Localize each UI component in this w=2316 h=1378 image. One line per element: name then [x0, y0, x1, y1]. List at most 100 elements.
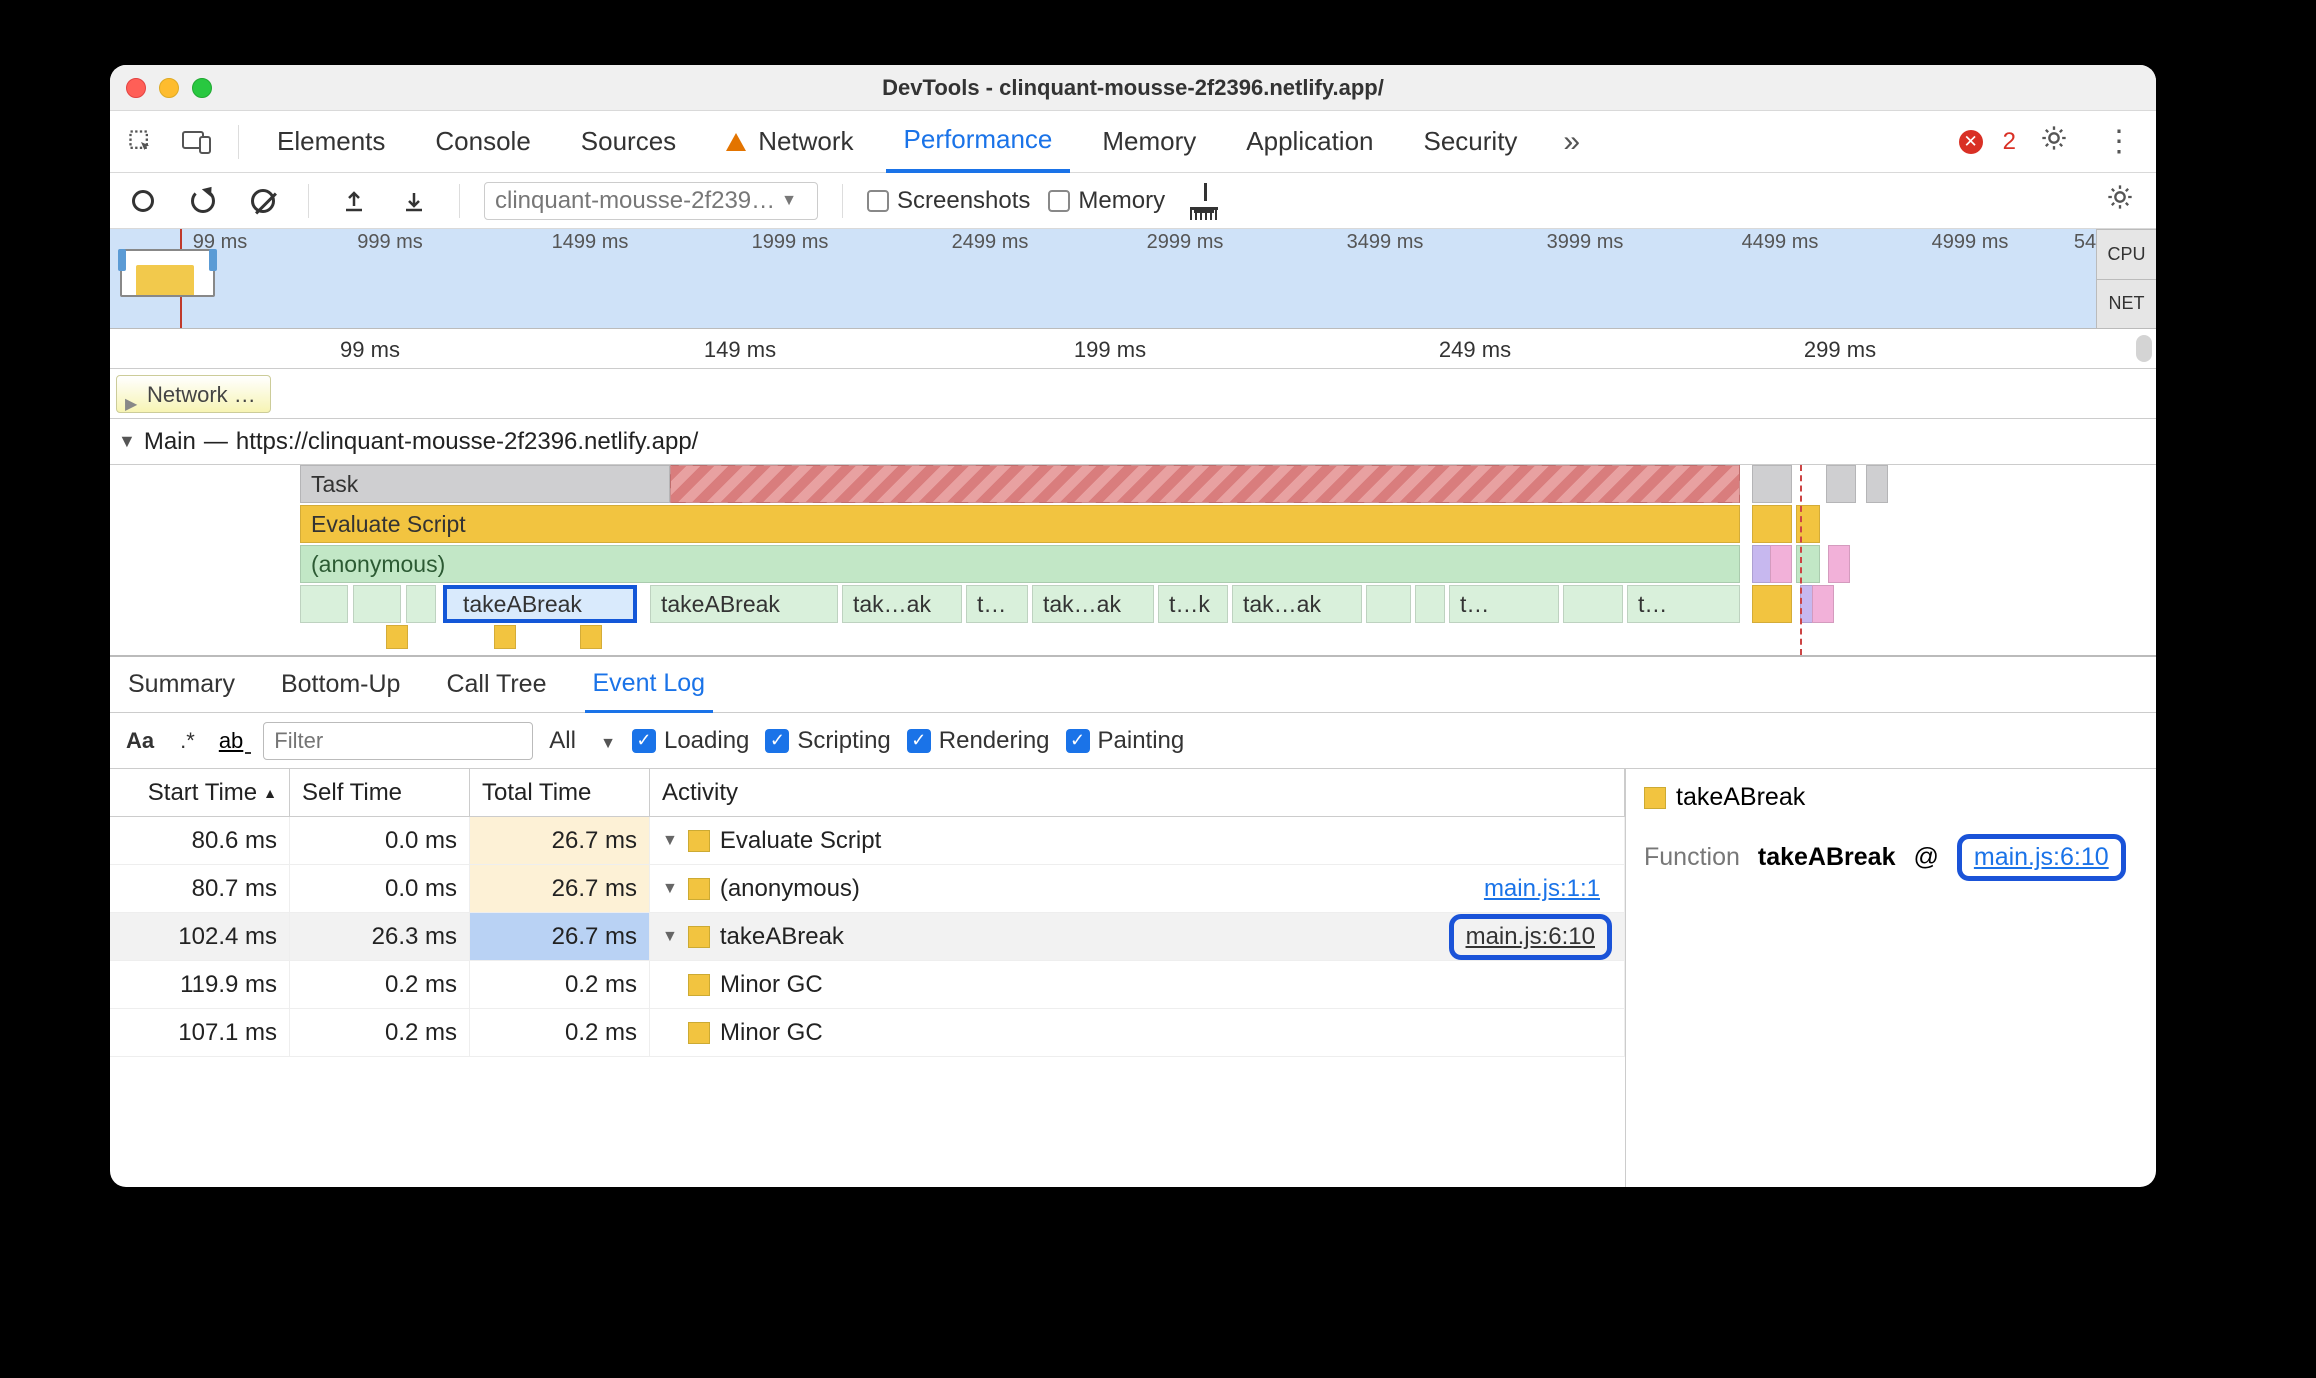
flame-block[interactable]	[1563, 585, 1623, 623]
net-label: NET	[2096, 279, 2156, 329]
flame-block[interactable]	[1770, 545, 1792, 583]
devtools-window: DevTools - clinquant-mousse-2f2396.netli…	[110, 65, 2156, 1187]
flame-block-long-task[interactable]	[670, 465, 1740, 503]
tab-elements[interactable]: Elements	[259, 111, 403, 173]
disclosure-triangle-icon[interactable]: ▼	[662, 928, 678, 946]
tab-call-tree[interactable]: Call Tree	[438, 657, 554, 713]
selection-handle-left[interactable]	[118, 249, 126, 271]
selection-handle-right[interactable]	[209, 249, 217, 271]
flame-time-axis[interactable]: 99 ms 149 ms 199 ms 249 ms 299 ms	[110, 329, 2156, 369]
disclosure-triangle-icon[interactable]: ▼	[662, 832, 678, 850]
flame-block[interactable]	[1415, 585, 1445, 623]
overview-selection[interactable]	[120, 249, 215, 297]
flame-block-call[interactable]: tak…ak	[1032, 585, 1154, 623]
flame-block-call[interactable]: t…	[1627, 585, 1740, 623]
cat-painting[interactable]: ✓Painting	[1066, 727, 1185, 755]
table-row-selected[interactable]: 102.4 ms 26.3 ms 26.7 ms ▼ takeABreak ma…	[110, 913, 1625, 961]
cat-scripting[interactable]: ✓Scripting	[765, 727, 890, 755]
disclosure-triangle-icon[interactable]: ▼	[662, 880, 678, 898]
flame-block[interactable]	[1752, 585, 1792, 623]
flame-block-selected[interactable]: takeABreak	[443, 585, 637, 623]
overview-side-labels: CPU NET	[2096, 229, 2156, 328]
tab-sources[interactable]: Sources	[563, 111, 694, 173]
flame-block-task[interactable]: Task	[300, 465, 670, 503]
tab-console[interactable]: Console	[417, 111, 548, 173]
timeline-overview[interactable]: 99 ms 999 ms 1499 ms 1999 ms 2499 ms 299…	[110, 229, 2156, 329]
reload-record-button[interactable]	[182, 180, 224, 222]
flame-block[interactable]	[1366, 585, 1411, 623]
source-link[interactable]: main.js:1:1	[1484, 875, 1612, 903]
checkbox-icon	[867, 190, 889, 212]
tab-security[interactable]: Security	[1406, 111, 1536, 173]
flame-block[interactable]	[1828, 545, 1850, 583]
cat-loading[interactable]: ✓Loading	[632, 727, 749, 755]
flame-block[interactable]	[1752, 505, 1792, 543]
kebab-menu-icon[interactable]: ⋮	[2092, 124, 2146, 159]
tab-network[interactable]: Network	[708, 111, 871, 173]
details-title: takeABreak	[1644, 783, 2138, 812]
flame-block-call[interactable]: tak…ak	[842, 585, 962, 623]
flame-block[interactable]	[1812, 585, 1834, 623]
inspect-icon[interactable]	[120, 121, 162, 163]
flame-block-call[interactable]: tak…ak	[1232, 585, 1362, 623]
settings-gear-icon[interactable]	[2030, 124, 2078, 160]
error-badge-icon[interactable]: ✕	[1959, 130, 1983, 154]
col-activity[interactable]: Activity	[650, 769, 1625, 816]
gc-broom-icon[interactable]	[1183, 180, 1225, 222]
cat-rendering[interactable]: ✓Rendering	[907, 727, 1050, 755]
main-thread-header[interactable]: ▼ Main — https://clinquant-mousse-2f2396…	[110, 419, 2156, 465]
duration-select[interactable]: All	[549, 727, 616, 755]
source-link-highlighted[interactable]: main.js:6:10	[1449, 914, 1612, 960]
case-sensitive-toggle[interactable]: Aa	[120, 726, 160, 756]
profile-select[interactable]: clinquant-mousse-2f239… ▼	[484, 182, 818, 220]
col-total-time[interactable]: Total Time	[470, 769, 650, 816]
upload-profile-icon[interactable]	[333, 180, 375, 222]
table-row[interactable]: 80.7 ms 0.0 ms 26.7 ms ▼ (anonymous) mai…	[110, 865, 1625, 913]
flame-block-call[interactable]: t…k	[1158, 585, 1228, 623]
flame-block[interactable]	[386, 625, 408, 649]
table-row[interactable]: 80.6 ms 0.0 ms 26.7 ms ▼ Evaluate Script	[110, 817, 1625, 865]
flame-block-call[interactable]: t…	[1449, 585, 1559, 623]
flame-block[interactable]	[353, 585, 401, 623]
more-tabs-icon[interactable]: »	[1549, 125, 1594, 159]
tab-bottom-up[interactable]: Bottom-Up	[273, 657, 408, 713]
col-start-time[interactable]: Start Time▲	[110, 769, 290, 816]
flame-block-evaluate-script[interactable]: Evaluate Script	[300, 505, 1740, 543]
device-toggle-icon[interactable]	[176, 121, 218, 163]
clear-button[interactable]	[242, 180, 284, 222]
network-track-toggle[interactable]: Network …	[116, 375, 271, 413]
flame-block[interactable]	[580, 625, 602, 649]
vertical-scrollbar[interactable]	[2136, 335, 2152, 362]
flame-block[interactable]	[406, 585, 436, 623]
regex-toggle[interactable]: .*	[176, 726, 199, 756]
table-row[interactable]: 107.1 ms 0.2 ms 0.2 ms Minor GC	[110, 1009, 1625, 1057]
capture-settings-gear-icon[interactable]	[2096, 183, 2144, 219]
flame-block[interactable]	[1752, 465, 1792, 503]
flame-block[interactable]	[1866, 465, 1888, 503]
match-whole-word-toggle[interactable]: ab	[215, 726, 247, 756]
flame-block-anonymous[interactable]: (anonymous)	[300, 545, 1740, 583]
memory-toggle[interactable]: Memory	[1048, 187, 1165, 215]
tab-performance[interactable]: Performance	[886, 111, 1071, 173]
download-profile-icon[interactable]	[393, 180, 435, 222]
flame-block[interactable]	[300, 585, 348, 623]
flame-chart[interactable]: Task Evaluate Script (anonymous)	[110, 465, 2156, 657]
network-track-row: Network …	[110, 369, 2156, 419]
tab-memory[interactable]: Memory	[1084, 111, 1214, 173]
tab-event-log[interactable]: Event Log	[585, 657, 714, 713]
flame-block-call[interactable]: t…	[966, 585, 1028, 623]
record-button[interactable]	[122, 180, 164, 222]
error-count[interactable]: 2	[2003, 128, 2016, 156]
flame-block[interactable]	[494, 625, 516, 649]
table-row[interactable]: 119.9 ms 0.2 ms 0.2 ms Minor GC	[110, 961, 1625, 1009]
tab-application[interactable]: Application	[1228, 111, 1391, 173]
details-source-link-highlighted[interactable]: main.js:6:10	[1957, 834, 2126, 881]
flame-block-call[interactable]: takeABreak	[650, 585, 838, 623]
screenshots-toggle[interactable]: Screenshots	[867, 187, 1030, 215]
col-self-time[interactable]: Self Time	[290, 769, 470, 816]
filter-input[interactable]	[263, 722, 533, 760]
tab-summary[interactable]: Summary	[120, 657, 243, 713]
table-header: Start Time▲ Self Time Total Time Activit…	[110, 769, 1625, 817]
flame-block[interactable]	[1826, 465, 1856, 503]
details-key: Function	[1644, 843, 1740, 872]
